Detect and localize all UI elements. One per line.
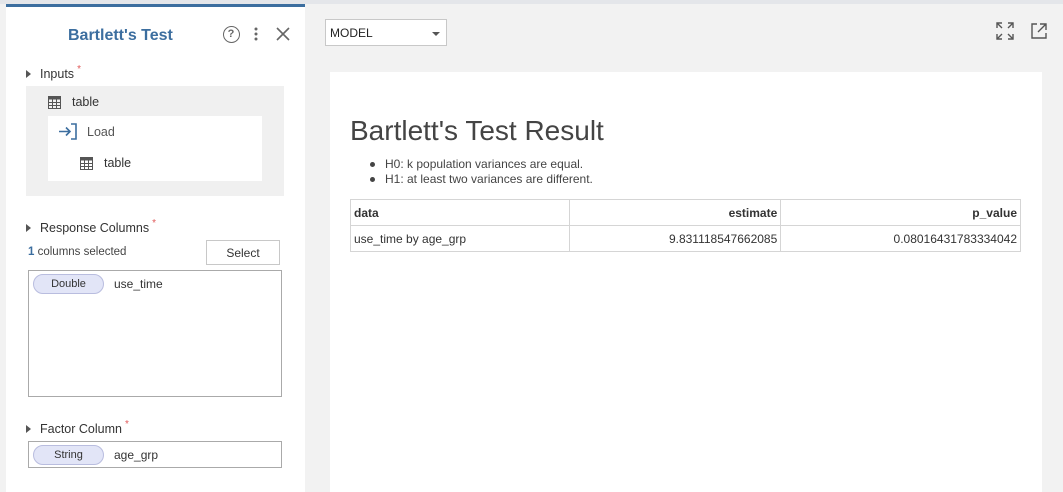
table-cell: 0.08016431783334042 — [780, 225, 1021, 252]
panel-title: Bartlett's Test — [68, 27, 173, 44]
factor-column-label: Factor Column — [40, 422, 122, 436]
model-select[interactable]: MODEL — [325, 19, 447, 46]
required-mark: * — [124, 418, 129, 430]
select-columns-button[interactable]: Select — [206, 240, 280, 265]
column-type-badge: Double — [33, 274, 104, 294]
factor-column-field[interactable]: String age_grp — [28, 441, 282, 468]
input-table-item[interactable]: table — [48, 95, 99, 109]
list-item[interactable]: Double use_time — [33, 274, 163, 294]
column-header: data — [350, 199, 570, 226]
columns-selected-text: 1 columns selected — [28, 246, 126, 258]
load-table-item[interactable]: table — [80, 156, 131, 170]
inputs-section-toggle[interactable]: Inputs * — [26, 63, 81, 81]
close-icon[interactable] — [273, 24, 293, 44]
load-item[interactable]: Load — [58, 123, 115, 140]
help-icon[interactable]: ? — [221, 24, 241, 44]
response-columns-toggle[interactable]: Response Columns * — [26, 217, 156, 235]
selected-suffix: columns selected — [34, 246, 127, 258]
inputs-label: Inputs — [40, 67, 75, 81]
inputs-box: table Load table — [26, 86, 284, 196]
table-cell: 9.831118547662085 — [568, 225, 782, 252]
more-options-icon[interactable] — [246, 24, 266, 44]
chevron-down-icon — [432, 32, 440, 36]
response-columns-list[interactable]: Double use_time — [28, 270, 282, 397]
table-row: use_time by age_grp 9.831118547662085 0.… — [350, 225, 1021, 252]
column-header: p_value — [780, 199, 1021, 226]
table-header-row: data estimate p_value — [350, 199, 1021, 226]
column-name: age_grp — [114, 448, 159, 462]
factor-column-toggle[interactable]: Factor Column * — [26, 418, 129, 436]
column-type-badge: String — [33, 445, 104, 465]
load-label: Load — [87, 124, 115, 139]
load-arrow-icon — [59, 123, 77, 140]
table-cell: use_time by age_grp — [350, 225, 570, 252]
required-mark: * — [152, 217, 156, 229]
required-mark: * — [77, 63, 81, 75]
expand-icon[interactable] — [996, 22, 1014, 40]
list-item: H1: at least two variances are different… — [370, 172, 593, 187]
load-table-label: table — [104, 156, 132, 170]
input-table-label: table — [72, 95, 100, 109]
table-icon — [80, 156, 93, 170]
result-card: Bartlett's Test Result H0: k population … — [330, 72, 1042, 492]
column-header: estimate — [568, 199, 782, 226]
external-link-icon[interactable] — [1030, 22, 1048, 40]
table-icon — [48, 95, 61, 109]
caret-right-icon — [26, 70, 31, 78]
response-columns-label: Response Columns — [40, 221, 150, 235]
caret-right-icon — [26, 425, 31, 433]
column-name: use_time — [114, 277, 163, 291]
list-item[interactable]: String age_grp — [33, 445, 158, 465]
caret-right-icon — [26, 224, 31, 232]
list-item: H0: k population variances are equal. — [370, 157, 593, 172]
settings-panel: Bartlett's Test ? Inputs * table Load ta… — [6, 4, 305, 492]
result-table: data estimate p_value use_time by age_gr… — [350, 199, 1021, 252]
load-box: Load table — [48, 116, 262, 181]
result-title: Bartlett's Test Result — [350, 115, 604, 146]
panel-header: Bartlett's Test ? — [6, 7, 305, 59]
model-select-value: MODEL — [330, 25, 373, 40]
hypotheses-list: H0: k population variances are equal. H1… — [370, 157, 593, 187]
